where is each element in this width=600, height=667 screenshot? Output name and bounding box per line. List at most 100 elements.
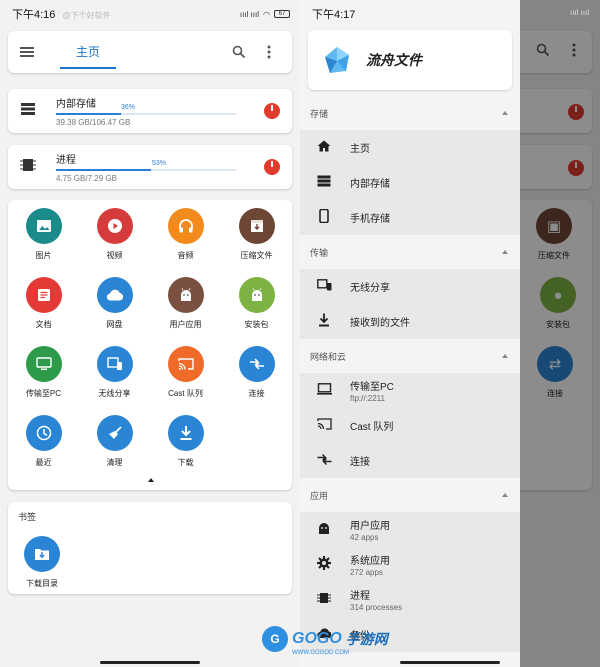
category-grid: 图片 视频 音频 压缩文件文档 网盘 用户应用 安装包传输至PC 无线分享 Cast 队列 连接最… xyxy=(8,200,292,484)
drawer-item[interactable]: 无线分享 xyxy=(300,269,520,304)
category-item[interactable]: 图片 xyxy=(8,208,79,277)
category-item[interactable]: 下载 xyxy=(150,415,221,484)
drawer-item-label: 接收到的文件 xyxy=(350,318,410,329)
android-icon xyxy=(316,521,332,538)
category-label: 连接 xyxy=(248,389,265,398)
category-item[interactable]: 文档 xyxy=(8,277,79,346)
memory-icon xyxy=(316,591,332,608)
more-options-icon[interactable] xyxy=(258,41,280,63)
signal-icon: ıııl ıııl xyxy=(570,8,590,17)
collapse-caret-icon[interactable] xyxy=(148,478,154,482)
drawer-section-title: 网络和云 xyxy=(310,351,347,362)
category-label: 下载 xyxy=(177,458,194,467)
category-item[interactable]: 网盘 xyxy=(79,277,150,346)
pie-chart-icon[interactable] xyxy=(264,159,280,175)
drawer-item[interactable]: 主页 xyxy=(300,130,520,165)
category-label: Cast 队列 xyxy=(168,389,203,398)
category-item[interactable]: 连接 xyxy=(221,346,292,415)
signal-icon: ıııl ıııl xyxy=(239,9,260,19)
status-bar: 下午4:17 xyxy=(300,0,600,28)
category-item[interactable]: 清理 xyxy=(79,415,150,484)
bookmark-label: 下载目录 xyxy=(26,579,58,588)
collapse-caret-icon[interactable] xyxy=(502,111,508,115)
drawer-section-header[interactable]: 应用 xyxy=(300,478,520,512)
app-logo-icon xyxy=(325,47,349,73)
computer-icon xyxy=(316,383,332,398)
category-label: 视频 xyxy=(106,251,123,260)
category-label: 压缩文件 xyxy=(240,251,273,260)
drawer-item[interactable]: 用户应用 42 apps xyxy=(300,512,520,547)
wifi-icon: ◠ xyxy=(263,9,270,19)
site-watermark-logo: G GOGO 手游网 xyxy=(262,626,388,652)
drawer-section-title: 存储 xyxy=(310,108,329,119)
drawer-item-label: 内部存储 xyxy=(350,179,390,190)
category-item[interactable]: 无线分享 xyxy=(79,346,150,415)
category-label: 传输至PC xyxy=(25,389,62,398)
memory-icon xyxy=(20,157,38,178)
drawer-section-title: 传输 xyxy=(310,247,329,258)
app-header-card: 流舟文件 xyxy=(308,30,512,90)
collapse-caret-icon[interactable] xyxy=(502,493,508,497)
drawer-item-label: 进程 xyxy=(350,591,370,602)
left-screenshot: 下午4:16 @下个好软件 ıııl ıııl ◠ 67 主页 内部存储 36%… xyxy=(0,0,300,667)
drawer-item-label: Cast 队列 xyxy=(350,422,394,433)
category-item[interactable]: Cast 队列 xyxy=(150,346,221,415)
menu-icon[interactable] xyxy=(20,47,34,57)
storage-card-process[interactable]: 进程 53% 4.75 GB/7.29 GB xyxy=(8,145,292,189)
category-grid-card: 图片 视频 音频 压缩文件文档 网盘 用户应用 安装包传输至PC 无线分享 Cast 队列 连接最… xyxy=(8,200,292,490)
drawer-item[interactable]: 进程 314 processes xyxy=(300,582,520,617)
drawer-item[interactable]: 内部存储 xyxy=(300,165,520,200)
collapse-caret-icon[interactable] xyxy=(502,354,508,358)
app-bar: 主页 xyxy=(8,31,292,73)
category-item[interactable]: 传输至PC xyxy=(8,346,79,415)
drawer-section-header[interactable]: 传输 xyxy=(300,235,520,269)
drawer-section-body: 无线分享接收到的文件 xyxy=(300,269,520,339)
watermark-url: WWW.GOGOD.COM xyxy=(292,650,349,656)
storage-percent: 53% xyxy=(152,160,167,167)
bookmark-item-downloads[interactable]: 下载目录 xyxy=(24,536,60,589)
drawer-item-label: 连接 xyxy=(350,457,370,468)
category-item[interactable]: 用户应用 xyxy=(150,277,221,346)
storage-progress-bar xyxy=(56,113,236,115)
document-icon xyxy=(25,277,62,313)
play-icon xyxy=(96,208,133,244)
drawer-section-body: 传输至PC ftp://:2211 Cast 队列 连接 xyxy=(300,373,520,478)
home-indicator xyxy=(400,661,500,664)
category-item[interactable]: 压缩文件 xyxy=(221,208,292,277)
connect-icon xyxy=(316,453,332,468)
storage-card-internal[interactable]: 内部存储 36% 39.38 GB/106.47 GB xyxy=(8,89,292,133)
pie-chart-icon[interactable] xyxy=(264,103,280,119)
cast-icon xyxy=(316,418,332,433)
connect-icon xyxy=(238,346,275,382)
drawer-item[interactable]: 接收到的文件 xyxy=(300,304,520,339)
android-icon xyxy=(167,277,204,313)
category-label: 无线分享 xyxy=(98,389,131,398)
drawer-item-subtitle: 314 processes xyxy=(350,603,403,612)
tab-home[interactable]: 主页 xyxy=(60,31,117,73)
collapse-caret-icon[interactable] xyxy=(502,250,508,254)
search-icon[interactable] xyxy=(228,41,250,63)
watermark-text1: GOGO xyxy=(292,630,342,647)
category-item[interactable]: 音频 xyxy=(150,208,221,277)
category-item[interactable]: 安装包 xyxy=(221,277,292,346)
drawer-item-label: 手机存储 xyxy=(350,214,390,225)
phone-icon xyxy=(316,208,332,226)
right-screenshot: ▣ 压缩文件 ● 安装包 ⇄ 连接 下午4:17 流舟文件 存储 主页 内部存储 手机… xyxy=(300,0,600,667)
drawer-item[interactable]: 传输至PC ftp://:2211 xyxy=(300,373,520,408)
ftp-icon xyxy=(25,346,62,382)
drawer-section-body: 主页内部存储手机存储 xyxy=(300,130,520,235)
broom-icon xyxy=(96,415,133,451)
drawer-item[interactable]: 手机存储 xyxy=(300,200,520,235)
drawer-section-header[interactable]: 网络和云 xyxy=(300,339,520,373)
drawer-item[interactable]: Cast 队列 xyxy=(300,408,520,443)
drawer-item-subtitle: ftp://:2211 xyxy=(350,394,385,403)
category-item[interactable]: 视频 xyxy=(79,208,150,277)
status-bar: 下午4:16 @下个好软件 ıııl ıııl ◠ 67 xyxy=(0,0,300,28)
category-label: 最近 xyxy=(35,458,52,467)
drawer-item[interactable]: 系统应用 272 apps xyxy=(300,547,520,582)
category-item[interactable]: 最近 xyxy=(8,415,79,484)
drawer-item[interactable]: 连接 xyxy=(300,443,520,478)
drawer-item-label: 主页 xyxy=(350,144,370,155)
drawer-section-header[interactable]: 存储 xyxy=(300,96,520,130)
drawer-item-subtitle: 272 apps xyxy=(350,568,383,577)
